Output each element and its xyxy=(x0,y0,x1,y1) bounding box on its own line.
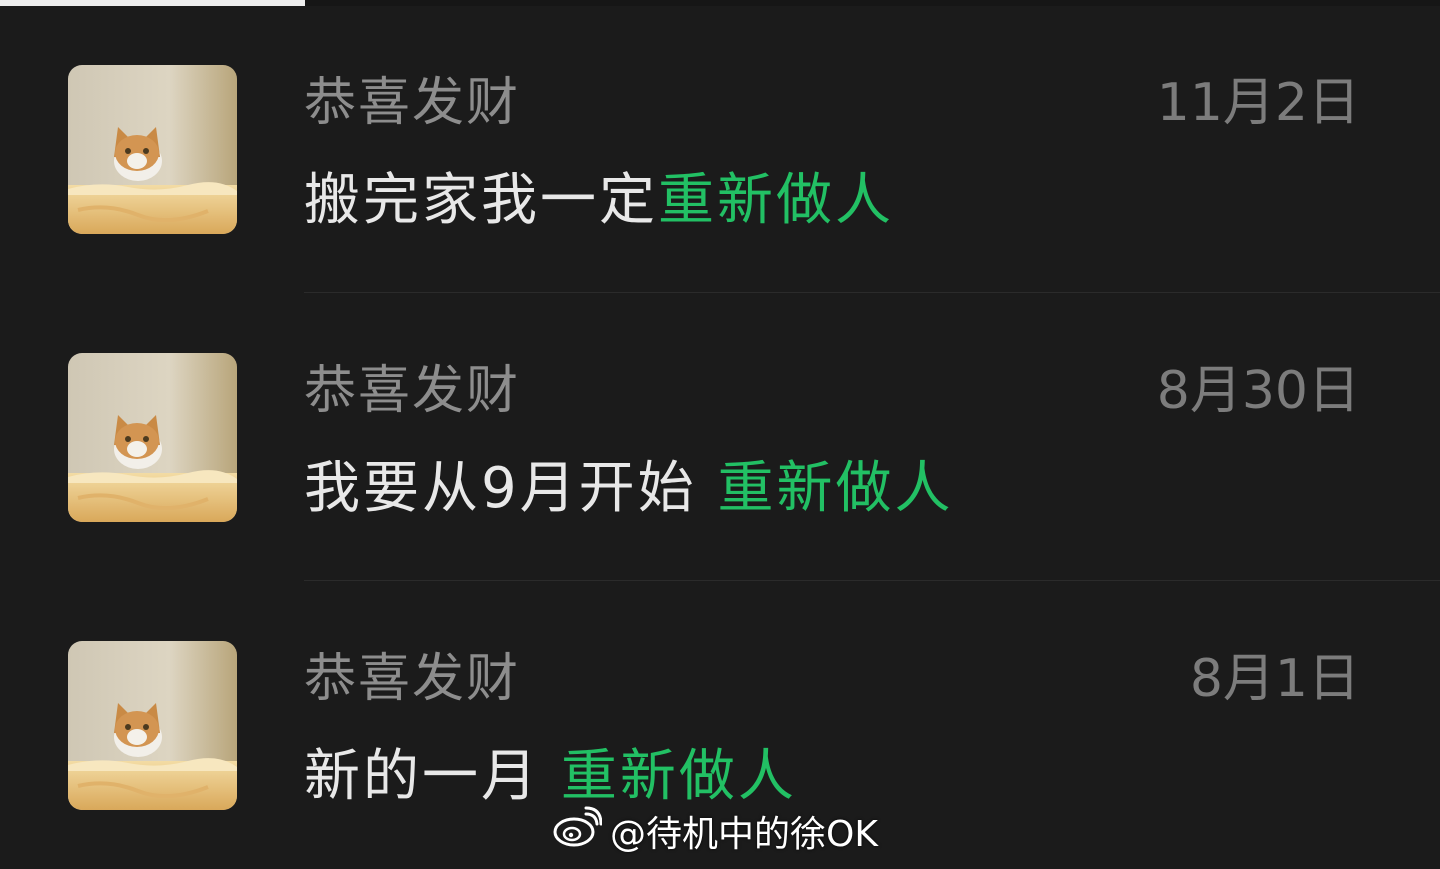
cat-avatar-image xyxy=(68,353,237,522)
message-text: 新的一月 xyxy=(304,744,561,809)
message-text: 我要从9月开始 xyxy=(304,456,718,521)
message-date: 8月30日 xyxy=(1156,361,1360,421)
message-preview: 搬完家我一定重新做人 xyxy=(304,166,894,236)
message-preview: 我要从9月开始 重新做人 xyxy=(304,454,953,524)
cat-avatar-image xyxy=(68,65,237,234)
message-highlight: 重新做人 xyxy=(560,744,797,809)
message-preview: 新的一月 重新做人 xyxy=(304,742,797,812)
watermark-text: @待机中的徐OK xyxy=(610,814,878,855)
contact-name: 恭喜发财 xyxy=(304,361,521,421)
message-highlight: 重新做人 xyxy=(658,168,894,233)
avatar[interactable] xyxy=(68,353,237,522)
contact-name: 恭喜发财 xyxy=(304,649,521,709)
message-highlight: 重新做人 xyxy=(717,456,954,521)
avatar[interactable] xyxy=(68,65,237,234)
avatar[interactable] xyxy=(68,641,237,810)
message-date: 11月2日 xyxy=(1156,73,1360,133)
weibo-icon xyxy=(552,806,603,864)
cat-avatar-image xyxy=(68,641,237,810)
conversation-item[interactable]: 恭喜发财 8月30日 我要从9月开始 重新做人 xyxy=(0,288,1440,581)
message-text: 搬完家我一定 xyxy=(304,168,658,233)
message-date: 8月1日 xyxy=(1189,649,1360,709)
watermark: @待机中的徐OK xyxy=(552,806,878,864)
contact-name: 恭喜发财 xyxy=(304,73,521,133)
chat-list-screen: 恭喜发财 11月2日 搬完家我一定重新做人 恭喜发财 8月30日 我要从9月开始… xyxy=(0,0,1440,869)
conversation-item[interactable]: 恭喜发财 11月2日 搬完家我一定重新做人 xyxy=(0,0,1440,293)
